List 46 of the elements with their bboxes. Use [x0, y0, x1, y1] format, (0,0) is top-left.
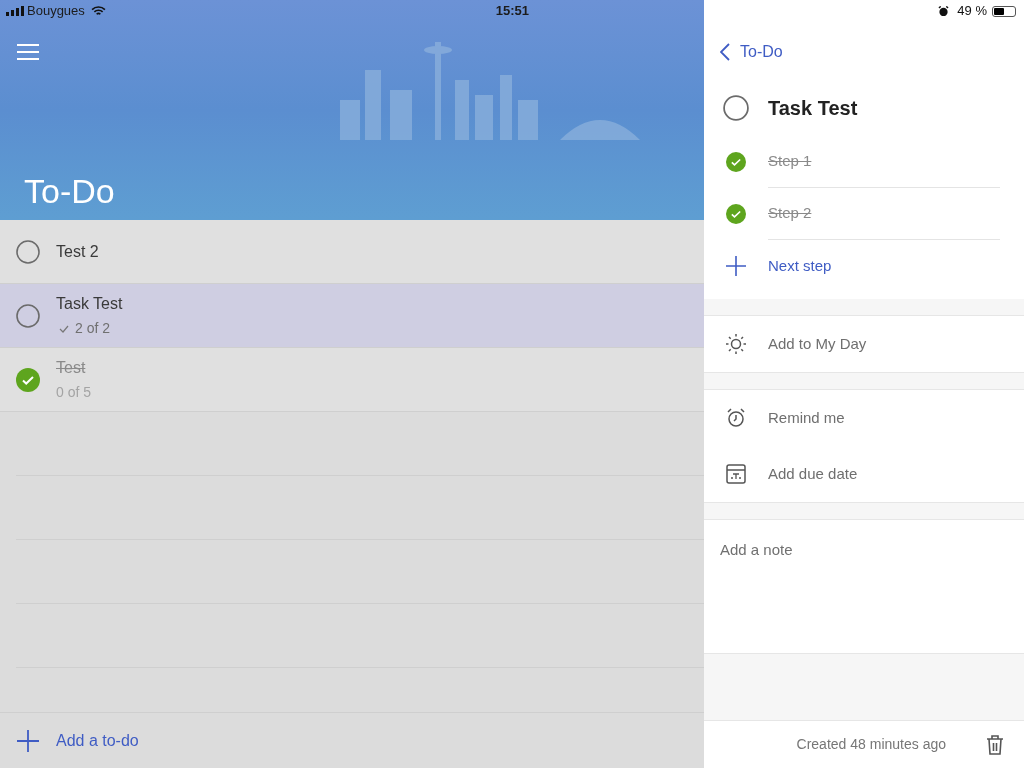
carrier-name: Bouygues — [27, 2, 85, 21]
wifi-icon — [90, 5, 106, 17]
check-icon — [59, 324, 69, 333]
back-link[interactable]: To-Do — [740, 40, 783, 64]
status-time: 15:51 — [495, 2, 530, 21]
action-row[interactable]: Add due date — [704, 446, 1024, 502]
empty-circle-icon[interactable] — [16, 303, 40, 328]
action-label: Remind me — [768, 407, 845, 428]
menu-icon[interactable] — [17, 44, 39, 60]
task-title: Test — [56, 358, 87, 378]
task-title: Test 2 — [56, 241, 99, 262]
battery-icon — [992, 5, 1016, 17]
trash-icon[interactable] — [986, 734, 1004, 755]
action-row[interactable]: Remind me — [704, 390, 1024, 446]
step-label: Step 1 — [768, 151, 812, 172]
checked-circle-icon[interactable] — [726, 204, 746, 224]
step-count: 0 of 5 — [56, 383, 92, 402]
task-row[interactable]: Test 0 of 5 — [0, 348, 704, 412]
action-row[interactable]: Add to My Day — [704, 316, 1024, 372]
task-title: Task Test — [56, 294, 123, 314]
action-label: Add to My Day — [768, 333, 867, 354]
sun-icon — [725, 333, 747, 355]
task-row[interactable]: Task Test 2 of 2 — [0, 284, 704, 348]
calendar-icon — [725, 463, 747, 485]
note-field[interactable]: Add a note — [704, 519, 1024, 653]
empty-circle-icon[interactable] — [16, 239, 40, 264]
list-title: To-Do — [24, 171, 115, 212]
note-placeholder: Add a note — [720, 541, 793, 558]
created-time: Created 48 minutes ago — [796, 735, 946, 754]
plus-icon[interactable] — [726, 256, 746, 276]
signal-icon — [6, 6, 24, 16]
empty-circle-icon[interactable] — [723, 95, 749, 121]
alarm-icon — [938, 5, 950, 17]
step-label: Step 2 — [768, 203, 812, 224]
add-todo-button[interactable]: Add a to-do — [56, 728, 139, 753]
task-title: Task Test — [768, 96, 858, 121]
task-row[interactable]: Test 2 — [0, 220, 704, 284]
checked-circle-icon[interactable] — [16, 367, 40, 392]
action-label: Add due date — [768, 463, 858, 484]
back-icon[interactable] — [720, 43, 730, 61]
battery-percent: 49 % — [957, 2, 987, 21]
step-count: 2 of 2 — [75, 319, 111, 338]
checked-circle-icon[interactable] — [726, 152, 746, 172]
next-step-button[interactable]: Next step — [768, 254, 832, 278]
alarm-clock-icon — [725, 407, 747, 429]
plus-icon[interactable] — [17, 729, 39, 752]
